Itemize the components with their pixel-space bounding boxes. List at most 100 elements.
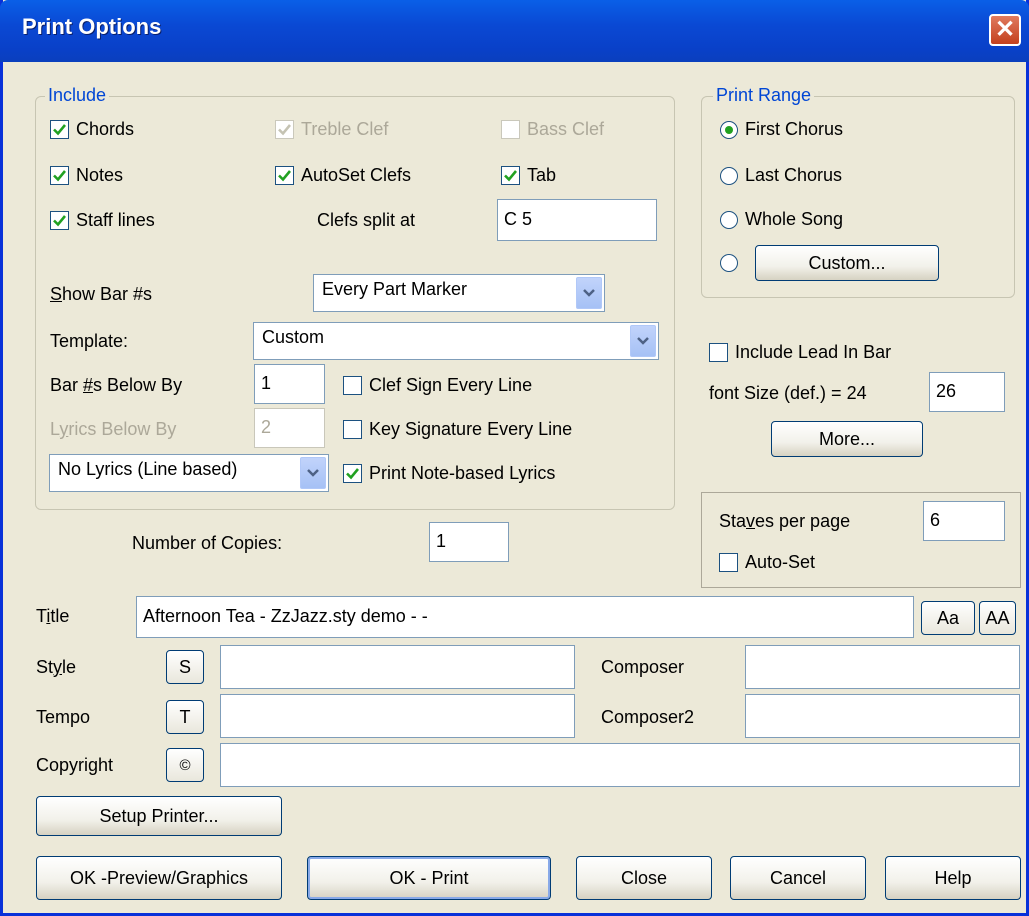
- title-bar: Print Options ✕: [0, 0, 1029, 62]
- bar-below-label: Bar #s Below By: [50, 375, 183, 395]
- font-size-input[interactable]: 26: [929, 372, 1005, 412]
- lead-in-label: Include Lead In Bar: [735, 342, 892, 362]
- composer-label: Composer: [601, 657, 685, 677]
- help-button[interactable]: Help: [885, 856, 1021, 900]
- chords-label: Chords: [76, 119, 135, 139]
- title-label: Title: [36, 606, 70, 626]
- auto-set-label: Auto-Set: [745, 552, 816, 572]
- print-options-dialog: Print Options ✕ Include Chords Treble Cl…: [0, 0, 1029, 916]
- staves-label: Staves per page: [719, 511, 851, 531]
- ok-preview-button[interactable]: OK -Preview/Graphics: [36, 856, 282, 900]
- autoset-clefs-checkbox[interactable]: AutoSet Clefs: [275, 165, 411, 186]
- radio-empty-icon: [720, 166, 738, 185]
- custom-range-button[interactable]: Custom...: [755, 245, 939, 281]
- radio-empty-icon: [720, 210, 738, 229]
- copyright-label: Copyright: [36, 755, 114, 775]
- style-input[interactable]: [220, 645, 575, 689]
- template-select[interactable]: Custom: [253, 322, 659, 360]
- lyrics-mode-value: No Lyrics (Line based): [58, 459, 238, 479]
- first-chorus-label: First Chorus: [745, 119, 844, 139]
- chevron-down-icon[interactable]: [576, 277, 602, 309]
- whole-song-label: Whole Song: [745, 209, 844, 229]
- checkmark-icon: [50, 166, 69, 185]
- composer2-label: Composer2: [601, 707, 695, 727]
- font-button[interactable]: Aa: [921, 601, 975, 635]
- ok-print-button[interactable]: OK - Print: [307, 856, 551, 900]
- close-window-button[interactable]: ✕: [989, 14, 1021, 46]
- cancel-button[interactable]: Cancel: [730, 856, 866, 900]
- key-signature-label: Key Signature Every Line: [369, 419, 573, 439]
- lead-in-checkbox[interactable]: Include Lead In Bar: [709, 342, 891, 363]
- checkmark-icon: [275, 166, 294, 185]
- copyright-input[interactable]: [220, 743, 1020, 787]
- tempo-button[interactable]: T: [166, 700, 204, 734]
- template-label: Template:: [50, 331, 129, 351]
- window-title: Print Options: [22, 14, 162, 39]
- bass-clef-label: Bass Clef: [527, 119, 605, 139]
- tab-label: Tab: [527, 165, 557, 185]
- lyrics-below-input[interactable]: 2: [254, 408, 325, 448]
- bar-below-input[interactable]: 1: [254, 364, 325, 404]
- chevron-down-icon[interactable]: [630, 325, 656, 357]
- clef-sign-label: Clef Sign Every Line: [369, 375, 533, 395]
- title-input[interactable]: Afternoon Tea - ZzJazz.sty demo - -: [136, 596, 914, 638]
- composer-input[interactable]: [745, 645, 1020, 689]
- empty-checkbox-icon: [343, 420, 362, 439]
- show-bar-value: Every Part Marker: [322, 279, 468, 299]
- checkmark-icon: [501, 166, 520, 185]
- composer2-input[interactable]: [745, 694, 1020, 738]
- whole-song-radio[interactable]: Whole Song: [720, 209, 843, 230]
- font-size-label: font Size (def.) = 24: [709, 383, 867, 403]
- checkmark-icon: [343, 464, 362, 483]
- include-legend: Include: [45, 85, 110, 106]
- note-lyrics-label: Print Note-based Lyrics: [369, 463, 556, 483]
- more-button[interactable]: More...: [771, 421, 923, 457]
- style-label: Style: [36, 657, 77, 677]
- treble-clef-label: Treble Clef: [301, 119, 389, 139]
- tab-checkbox[interactable]: Tab: [501, 165, 556, 186]
- empty-checkbox-icon: [343, 376, 362, 395]
- custom-range-radio[interactable]: [720, 254, 738, 272]
- close-button[interactable]: Close: [576, 856, 712, 900]
- note-lyrics-checkbox[interactable]: Print Note-based Lyrics: [343, 463, 555, 484]
- lyrics-below-label: Lyrics Below By: [50, 419, 177, 439]
- tempo-label: Tempo: [36, 707, 91, 727]
- lyrics-mode-select[interactable]: No Lyrics (Line based): [49, 454, 329, 492]
- chords-checkbox[interactable]: Chords: [50, 119, 134, 140]
- last-chorus-label: Last Chorus: [745, 165, 843, 185]
- copyright-button[interactable]: ©: [166, 748, 204, 782]
- show-bar-select[interactable]: Every Part Marker: [313, 274, 605, 312]
- clef-sign-checkbox[interactable]: Clef Sign Every Line: [343, 375, 532, 396]
- bass-clef-checkbox[interactable]: Bass Clef: [501, 119, 604, 140]
- copies-label: Number of Copies:: [132, 533, 283, 553]
- clefs-split-input[interactable]: C 5: [497, 199, 657, 241]
- first-chorus-radio[interactable]: First Chorus: [720, 119, 843, 140]
- empty-checkbox-icon: [501, 120, 520, 139]
- chevron-down-icon[interactable]: [300, 457, 326, 489]
- auto-set-checkbox[interactable]: Auto-Set: [719, 552, 815, 573]
- tempo-input[interactable]: [220, 694, 575, 738]
- caps-button[interactable]: AA: [979, 601, 1016, 635]
- key-signature-checkbox[interactable]: Key Signature Every Line: [343, 419, 572, 440]
- radio-empty-icon: [720, 254, 738, 272]
- print-range-legend: Print Range: [713, 85, 815, 106]
- setup-printer-button[interactable]: Setup Printer...: [36, 796, 282, 836]
- last-chorus-radio[interactable]: Last Chorus: [720, 165, 842, 186]
- copies-input[interactable]: 1: [429, 522, 509, 562]
- clefs-split-label: Clefs split at: [317, 210, 416, 230]
- staves-input[interactable]: 6: [923, 501, 1005, 541]
- show-bar-label: Show Bar #s: [50, 284, 153, 304]
- template-value: Custom: [262, 327, 325, 347]
- treble-clef-checkbox[interactable]: Treble Clef: [275, 119, 388, 140]
- empty-checkbox-icon: [709, 343, 728, 362]
- checkmark-icon: [275, 120, 294, 139]
- staff-lines-checkbox[interactable]: Staff lines: [50, 210, 155, 231]
- checkmark-icon: [50, 120, 69, 139]
- staff-lines-label: Staff lines: [76, 210, 155, 230]
- checkmark-icon: [50, 211, 69, 230]
- notes-checkbox[interactable]: Notes: [50, 165, 123, 186]
- empty-checkbox-icon: [719, 553, 738, 572]
- notes-label: Notes: [76, 165, 124, 185]
- style-button[interactable]: S: [166, 650, 204, 684]
- radio-selected-icon: [720, 120, 738, 139]
